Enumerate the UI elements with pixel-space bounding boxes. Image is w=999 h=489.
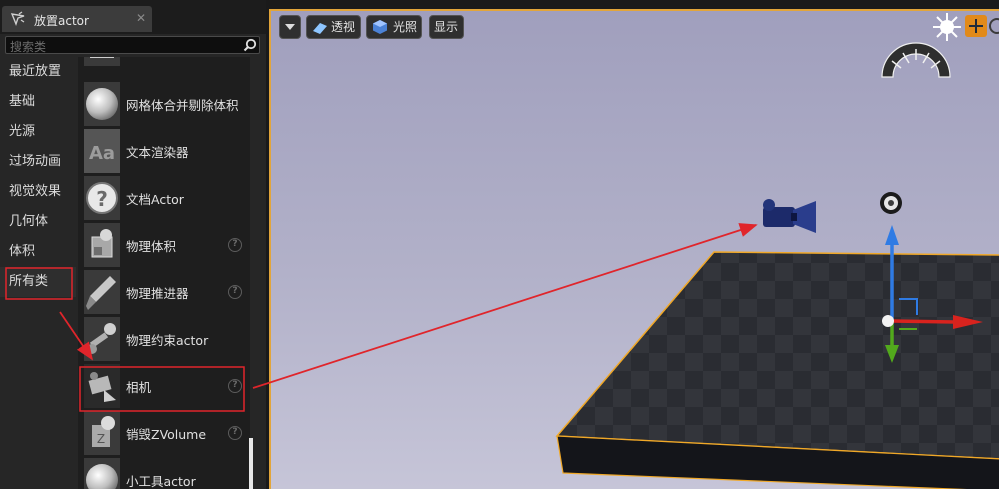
item-label: 文本渲染器 <box>126 145 189 160</box>
list-item[interactable]: 物理推进器 ? <box>78 269 250 315</box>
search-input[interactable]: 搜索类 <box>5 36 260 54</box>
list-item[interactable] <box>78 57 250 67</box>
tab-place-actors[interactable]: 放置actor ✕ <box>2 6 152 32</box>
list-item[interactable]: 小工具actor <box>78 457 250 489</box>
document-actor-icon: ? <box>84 176 120 220</box>
realtime-sun-icon[interactable] <box>933 13 961 41</box>
search-placeholder: 搜索类 <box>10 40 47 54</box>
help-icon[interactable]: ? <box>228 285 242 299</box>
tab-bar: 放置actor ✕ <box>0 0 266 34</box>
list-item[interactable]: Aa 文本渲染器 <box>78 128 250 174</box>
physics-thruster-icon <box>84 270 120 314</box>
sphere-icon <box>84 458 120 489</box>
floor-top[interactable] <box>555 251 999 460</box>
svg-text:?: ? <box>96 187 108 211</box>
lit-label: 光照 <box>393 20 418 34</box>
item-label: 物理约束actor <box>126 333 209 348</box>
kill-z-volume-icon: Z <box>84 411 120 455</box>
list-item[interactable]: 网格体合并剔除体积 <box>78 81 250 127</box>
perspective-icon <box>313 23 327 34</box>
lit-mode-button[interactable]: 光照 <box>366 15 422 39</box>
list-item[interactable]: ? 文档Actor <box>78 175 250 221</box>
list-item[interactable]: 物理约束actor <box>78 316 250 362</box>
physics-constraint-icon <box>84 317 120 361</box>
rotate-mode-icon[interactable] <box>989 18 999 34</box>
list-item[interactable]: Z 销毁ZVolume ? <box>78 410 250 456</box>
chevron-down-icon <box>285 24 295 30</box>
realtime-gauge-icon[interactable] <box>881 42 951 78</box>
lit-cube-icon <box>373 20 387 34</box>
close-icon[interactable]: ✕ <box>136 11 146 25</box>
level-viewport[interactable]: 透视 光照 显示 <box>269 9 999 489</box>
item-label: 小工具actor <box>126 474 196 489</box>
item-label: 文档Actor <box>126 192 184 207</box>
show-button[interactable]: 显示 <box>429 15 464 39</box>
item-label: 网格体合并剔除体积 <box>126 98 239 113</box>
sphere-icon <box>84 82 120 126</box>
perspective-label: 透视 <box>331 20 356 34</box>
category-volumes[interactable]: 体积 <box>0 237 76 267</box>
item-label: 物理体积 <box>126 239 177 254</box>
partial-item-thumbnail <box>84 57 120 66</box>
tab-title: 放置actor <box>34 14 89 28</box>
perspective-button[interactable]: 透视 <box>306 15 361 39</box>
viewport-options-button[interactable] <box>279 15 301 39</box>
list-item-camera[interactable]: 相机 ? <box>78 363 250 409</box>
help-icon[interactable]: ? <box>228 379 242 393</box>
svg-text:Z: Z <box>97 432 105 446</box>
category-geometry[interactable]: 几何体 <box>0 207 76 237</box>
place-actors-icon <box>10 11 25 27</box>
help-icon[interactable]: ? <box>228 238 242 252</box>
category-visual-effects[interactable]: 视觉效果 <box>0 177 76 207</box>
physics-volume-icon <box>84 223 120 267</box>
viewport-scene <box>555 13 999 489</box>
show-label: 显示 <box>434 20 459 34</box>
item-label: 销毁ZVolume <box>126 427 207 442</box>
camera-icon <box>84 364 120 408</box>
list-item[interactable]: 物理体积 ? <box>78 222 250 268</box>
item-label: 物理推进器 <box>126 286 189 301</box>
svg-text:Aa: Aa <box>89 143 115 164</box>
light-sprite-icon[interactable] <box>880 192 902 214</box>
category-cinematic[interactable]: 过场动画 <box>0 147 76 177</box>
category-lights[interactable]: 光源 <box>0 117 76 147</box>
text-render-icon: Aa <box>84 129 120 173</box>
actor-class-list: 网格体合并剔除体积 Aa 文本渲染器 ? 文档Actor 物理体积 ? 物理推进… <box>78 57 250 489</box>
scrollbar-thumb[interactable] <box>249 438 253 489</box>
scrollbar-track[interactable] <box>250 57 262 489</box>
place-actors-panel: 放置actor ✕ 搜索类 最近放置 基础 光源 过场动画 视觉效果 几何体 体… <box>0 0 266 489</box>
help-icon[interactable]: ? <box>228 426 242 440</box>
search-icon <box>243 38 257 52</box>
category-recent[interactable]: 最近放置 <box>0 57 76 87</box>
camera-actor[interactable] <box>763 199 816 233</box>
category-basic[interactable]: 基础 <box>0 87 76 117</box>
item-label: 相机 <box>126 380 152 395</box>
category-all-classes[interactable]: 所有类 <box>0 267 76 297</box>
